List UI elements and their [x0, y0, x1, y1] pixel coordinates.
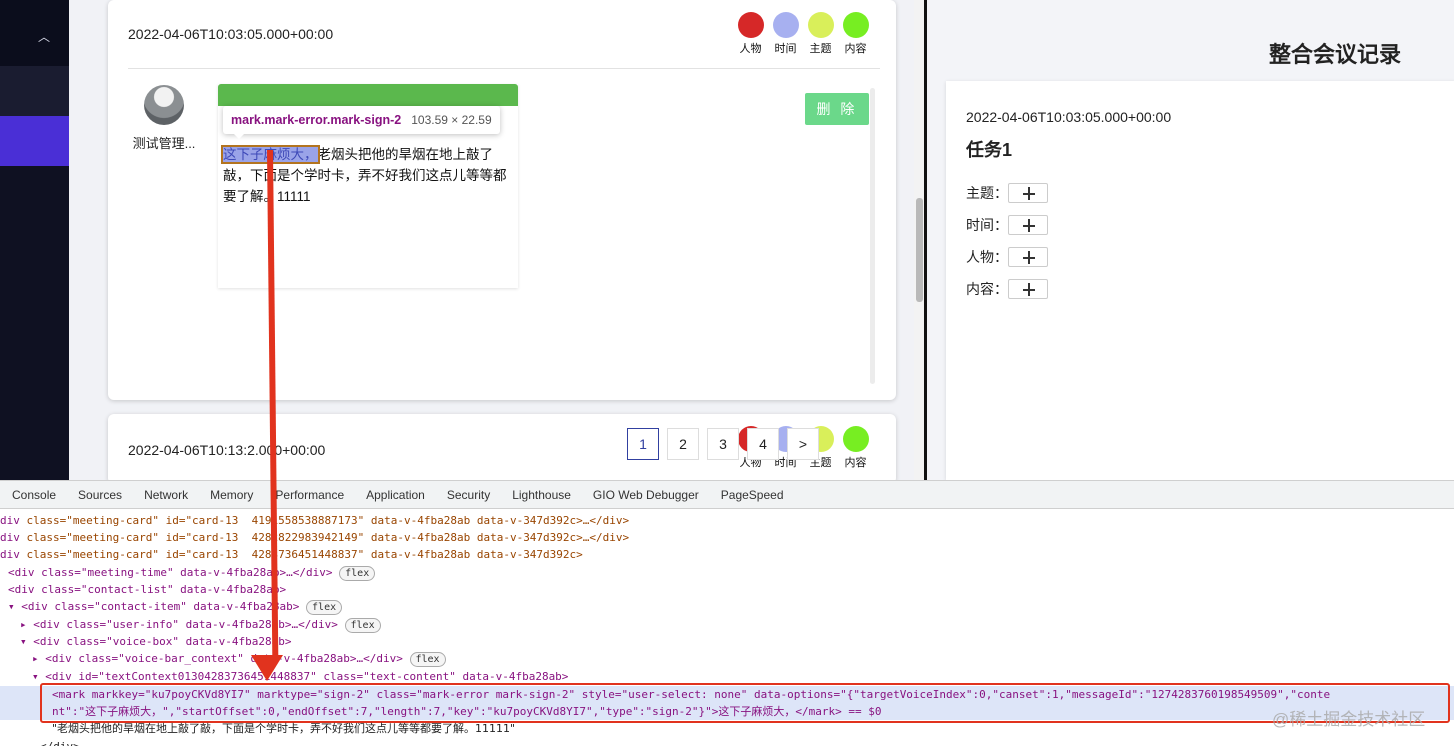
delete-button[interactable]: 删 除 [805, 93, 869, 125]
dom-line[interactable]: <div class="contact-list" data-v-4fba28a… [8, 581, 286, 598]
dom-line[interactable]: ▸ <div class="voice-bar_context" data-v-… [32, 650, 446, 667]
field-label: 主题： [966, 185, 1008, 201]
dom-line[interactable]: ▸ <div class="user-info" data-v-4fba28ab… [20, 616, 381, 633]
tab-pagespeed[interactable]: PageSpeed [721, 488, 784, 502]
dom-closing-tag: </div> [40, 738, 80, 746]
field-person: 人物： [966, 247, 1048, 267]
tag-content[interactable]: 内容 [841, 12, 870, 56]
dom-line[interactable]: div class="meeting-card" id="card-13 428… [0, 546, 583, 563]
meeting-time: 2022-04-06T10:03:05.000+00:00 [128, 26, 334, 42]
dom-line[interactable]: ▾ <div class="contact-item" data-v-4fba2… [8, 598, 343, 615]
meeting-list-panel: 2022-04-06T10:03:05.000+00:00 人物 时间 主题 内… [69, 0, 924, 484]
task-time: 2022-04-06T10:03:05.000+00:00 [966, 109, 1172, 125]
page-button-4[interactable]: 4 [747, 428, 779, 460]
sidebar-menu-header[interactable]: ︿ [0, 0, 69, 66]
highlight-box [40, 683, 1450, 723]
field-label: 内容： [966, 281, 1008, 297]
sidebar-item[interactable] [0, 66, 69, 116]
page-button-2[interactable]: 2 [667, 428, 699, 460]
dom-line[interactable]: <div class="meeting-time" data-v-4fba28a… [8, 564, 376, 581]
task-card: 2022-04-06T10:03:05.000+00:00 任务1 主题： 时间… [946, 81, 1454, 480]
tab-sources[interactable]: Sources [78, 488, 122, 502]
field-content: 内容： [966, 279, 1048, 299]
dom-text-node[interactable]: "老烟头把他的旱烟在地上敲了敲，下面是个学时卡，弄不好我们这点儿等等都要了解。1… [52, 720, 515, 736]
app-sidebar: ︿ [0, 0, 69, 480]
page-title: 整合会议记录 [1269, 42, 1402, 67]
tab-security[interactable]: Security [447, 488, 490, 502]
next-page-button[interactable]: > [787, 428, 819, 460]
tab-performance[interactable]: Performance [275, 488, 344, 502]
pagination: 1 2 3 4 > [627, 428, 819, 460]
avatar [144, 85, 184, 125]
tag-time[interactable]: 时间 [771, 12, 800, 56]
page-button-3[interactable]: 3 [707, 428, 739, 460]
add-person-button[interactable] [1008, 247, 1048, 267]
tag-content[interactable]: 内容 [841, 426, 870, 470]
field-label: 人物： [966, 249, 1008, 265]
meeting-card: 2022-04-06T10:03:05.000+00:00 人物 时间 主题 内… [108, 0, 896, 400]
tab-gio-web-debugger[interactable]: GIO Web Debugger [593, 488, 699, 502]
watermark: @稀土掘金技术社区 [1272, 710, 1426, 729]
add-topic-button[interactable] [1008, 183, 1048, 203]
dom-line[interactable]: ▾ <div class="voice-box" data-v-4fba28ab… [20, 633, 292, 650]
scrollbar-thumb[interactable] [916, 198, 923, 302]
tab-memory[interactable]: Memory [210, 488, 253, 502]
inspector-tooltip: mark.mark-error.mark-sign-2 103.59 × 22.… [223, 106, 500, 134]
add-time-button[interactable] [1008, 215, 1048, 235]
add-content-button[interactable] [1008, 279, 1048, 299]
tooltip-dimensions: 103.59 × 22.59 [411, 113, 492, 127]
tag-legend: 人物 时间 主题 内容 [736, 12, 870, 56]
voice-bar[interactable] [218, 84, 518, 106]
field-topic: 主题： [966, 183, 1048, 203]
dom-line[interactable]: div class="meeting-card" id="card-13 428… [0, 529, 629, 546]
tab-console[interactable]: Console [12, 488, 56, 502]
task-title: 任务1 [966, 140, 1013, 160]
meeting-time: 2022-04-06T10:13:2.000+00:00 [128, 442, 326, 458]
dom-line[interactable]: div class="meeting-card" id="card-13 419… [0, 512, 629, 529]
card-scrollbar[interactable] [870, 88, 875, 384]
annotation-arrow-head [251, 655, 283, 681]
user-name: 测试管理... [132, 136, 196, 151]
tooltip-caret [233, 133, 245, 139]
tag-topic[interactable]: 主题 [806, 12, 835, 56]
tab-application[interactable]: Application [366, 488, 425, 502]
devtools-tabs: Console Sources Network Memory Performan… [0, 481, 1454, 509]
tag-person[interactable]: 人物 [736, 12, 765, 56]
field-time: 时间： [966, 215, 1048, 235]
tab-lighthouse[interactable]: Lighthouse [512, 488, 571, 502]
chevron-up-icon[interactable]: ︿ [38, 28, 50, 45]
field-label: 时间： [966, 217, 1008, 233]
divider [128, 68, 880, 69]
tab-network[interactable]: Network [144, 488, 188, 502]
user-info: 测试管理... [128, 85, 200, 152]
sidebar-item-active[interactable] [0, 116, 69, 166]
tooltip-selector: mark.mark-error.mark-sign-2 [231, 113, 402, 127]
merged-record-panel: 整合会议记录 2022-04-06T10:03:05.000+00:00 任务1… [927, 0, 1454, 480]
page-button-1[interactable]: 1 [627, 428, 659, 460]
